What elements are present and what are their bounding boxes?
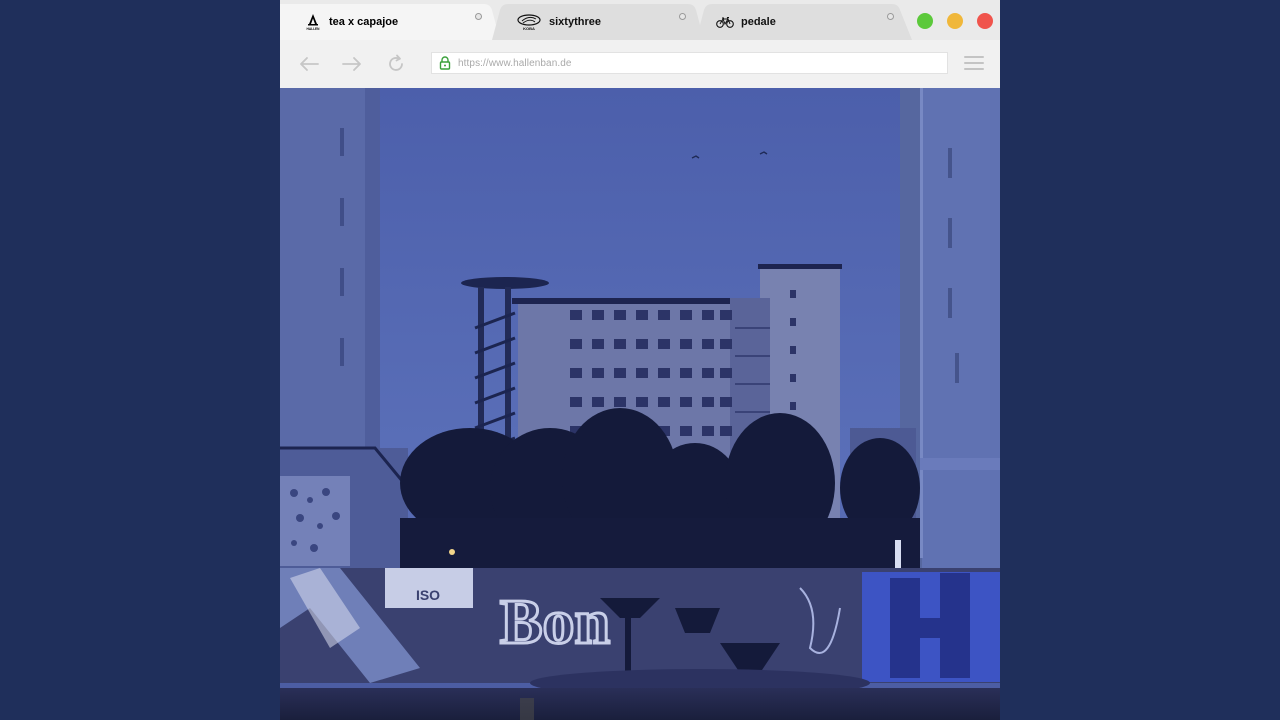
url-text: https://www.hallenban.de <box>458 57 572 69</box>
tab-pedale[interactable]: pedale <box>696 4 912 40</box>
hamburger-icon <box>964 56 984 58</box>
maximize-button[interactable] <box>917 13 933 29</box>
forward-button[interactable] <box>341 54 363 74</box>
toolbar: https://www.hallenban.de <box>280 40 1000 89</box>
hallen-logo-text: HALLEN <box>307 27 321 31</box>
hero-photo: ISO Bon <box>280 88 1000 720</box>
arrow-left-icon <box>300 57 319 71</box>
graffiti-text: Bon <box>500 586 610 657</box>
close-window-button[interactable] <box>977 13 993 29</box>
tab-title: sixtythree <box>549 16 601 28</box>
arrow-right-icon <box>342 57 361 71</box>
bicycle-icon <box>716 13 734 31</box>
lamp <box>895 540 901 570</box>
hallen-logo-icon: HALLEN <box>304 13 322 31</box>
tab-title: tea x capajoe <box>329 16 399 28</box>
tab-bar: HALLEN tea x capajoe KOBA sixtythree ped… <box>280 0 1000 40</box>
page-content: ISO Bon <box>280 88 1000 720</box>
lamp <box>449 549 455 555</box>
minimize-button[interactable] <box>947 13 963 29</box>
tab-sixtythree[interactable]: KOBA sixtythree <box>492 4 704 40</box>
back-button[interactable] <box>298 54 320 74</box>
address-bar[interactable]: https://www.hallenban.de <box>431 52 948 74</box>
koba-logo-icon: KOBA <box>516 13 542 31</box>
browser-window: HALLEN tea x capajoe KOBA sixtythree ped… <box>280 0 1000 720</box>
reload-icon <box>389 54 403 71</box>
koba-logo-text: KOBA <box>523 26 535 31</box>
tab-title: pedale <box>741 16 776 28</box>
sign-text: ISO <box>416 587 440 603</box>
reload-button[interactable] <box>385 54 407 74</box>
lock-icon <box>438 56 452 70</box>
tab-tea-x-capajoe[interactable]: HALLEN tea x capajoe <box>280 4 500 40</box>
menu-button[interactable] <box>964 56 984 70</box>
